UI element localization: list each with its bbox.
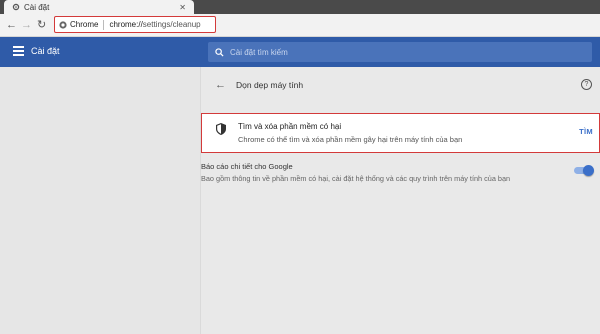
reload-icon[interactable]: ↻ <box>37 18 46 32</box>
cleanup-description: Chrome có thể tìm và xóa phần mềm gây hạ… <box>238 135 463 144</box>
menu-icon[interactable] <box>13 46 24 56</box>
chrome-icon <box>59 20 67 29</box>
url-text: chrome://settings/cleanup <box>109 20 201 29</box>
search-placeholder: Cài đặt tìm kiếm <box>230 47 288 57</box>
section-title: Dọn dẹp máy tính <box>236 80 304 90</box>
close-icon[interactable]: ✕ <box>179 3 186 12</box>
left-navigation <box>0 67 201 334</box>
settings-header: Cài đặt Cài đặt tìm kiếm <box>0 37 600 67</box>
browser-toolbar: ← → ↻ Chrome chrome://settings/cleanup <box>0 14 600 37</box>
cleanup-title: Tìm và xóa phần mềm có hại <box>238 122 342 131</box>
search-input[interactable]: Cài đặt tìm kiếm <box>208 42 592 62</box>
section-header: ← Dọn dẹp máy tính <box>215 79 303 91</box>
tab-strip: Cài đặt ✕ <box>0 0 600 14</box>
chrome-label: Chrome <box>70 20 99 29</box>
back-icon[interactable]: ← <box>215 79 226 91</box>
report-toggle[interactable] <box>574 165 594 176</box>
toggle-knob <box>583 165 594 176</box>
report-title: Báo cáo chi tiết cho Google <box>201 162 293 171</box>
tab-settings[interactable]: Cài đặt ✕ <box>4 0 194 14</box>
separator <box>103 19 105 30</box>
shield-icon <box>216 122 226 140</box>
main-content: ← Dọn dẹp máy tính ? Tìm và xóa phần mềm… <box>201 67 600 334</box>
cleanup-card: Tìm và xóa phần mềm có hại Chrome có thể… <box>201 113 600 153</box>
help-icon[interactable]: ? <box>581 79 592 90</box>
report-description: Bao gồm thông tin về phần mềm có hại, cà… <box>201 174 511 183</box>
find-button[interactable]: TÌM <box>579 127 593 136</box>
report-setting: Báo cáo chi tiết cho Google Bao gồm thôn… <box>201 159 600 189</box>
search-icon <box>215 47 224 57</box>
page-title: Cài đặt <box>31 46 60 56</box>
forward-icon[interactable]: → <box>21 18 32 32</box>
back-icon[interactable]: ← <box>6 18 17 32</box>
chrome-badge: Chrome <box>59 20 98 29</box>
address-bar[interactable]: Chrome chrome://settings/cleanup <box>54 16 216 33</box>
tab-title: Cài đặt <box>24 2 50 12</box>
